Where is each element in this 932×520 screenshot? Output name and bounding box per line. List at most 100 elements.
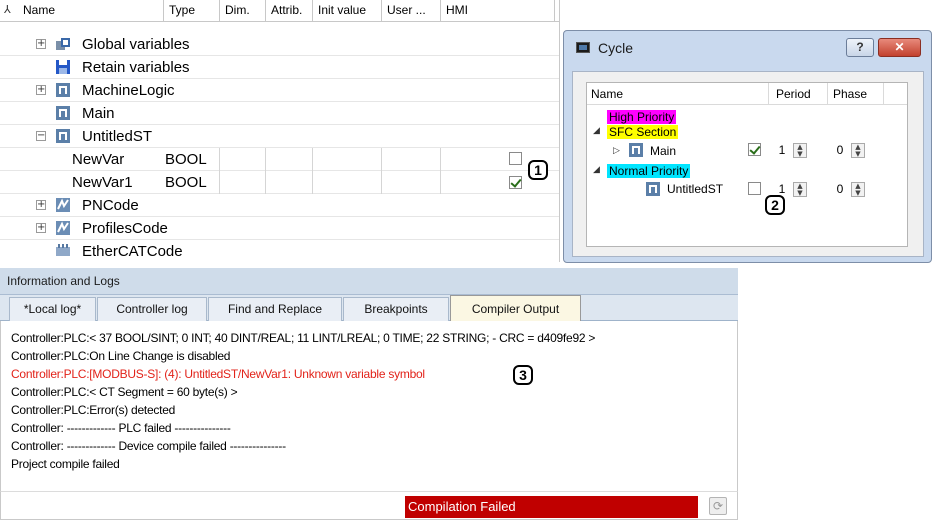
- log-line: Controller:PLC:< CT Segment = 60 byte(s)…: [11, 385, 238, 399]
- init-value-cell[interactable]: [313, 148, 382, 171]
- log-line: Controller:PLC:< 37 BOOL/SINT; 0 INT; 40…: [11, 331, 596, 345]
- tree-item-label: Main: [82, 105, 115, 122]
- column-separator: [883, 83, 884, 105]
- callout-2: 2: [765, 195, 785, 215]
- column-header-hmi[interactable]: HMI: [441, 0, 555, 22]
- column-header-name[interactable]: Name: [18, 0, 164, 22]
- attrib-cell[interactable]: [266, 148, 313, 171]
- spin-arrows-icon[interactable]: ▲ ▼: [793, 182, 807, 197]
- log-line: Controller: ------------- Device compile…: [11, 439, 286, 453]
- tree-item-main[interactable]: Main: [0, 102, 559, 125]
- tree-item-label: PNCode: [82, 197, 139, 214]
- program-module-icon: [628, 142, 644, 161]
- expand-icon[interactable]: +: [36, 223, 46, 233]
- tab-controller-log[interactable]: Controller log: [97, 297, 207, 321]
- expand-icon[interactable]: +: [36, 200, 46, 210]
- column-header-type[interactable]: Type: [164, 0, 220, 22]
- user-cell[interactable]: [382, 148, 441, 171]
- dim-cell[interactable]: [220, 148, 266, 171]
- tree-item-machinelogic[interactable]: + MachineLogic: [0, 79, 559, 102]
- sfc-section-label[interactable]: SFC Section: [607, 125, 679, 139]
- dialog-body: Name Period Phase High Priority ◢ SFC Se…: [572, 71, 924, 257]
- log-line: Controller: ------------- PLC failed ---…: [11, 421, 231, 435]
- dialog-titlebar[interactable]: Cycle ? ✕: [564, 31, 931, 65]
- attrib-cell[interactable]: [266, 171, 313, 194]
- variable-row-newvar1[interactable]: NewVar1 BOOL: [0, 171, 559, 194]
- information-and-logs-panel: Information and Logs *Local log* Control…: [0, 268, 738, 520]
- task-label-untitledst[interactable]: UntitledST: [665, 182, 725, 196]
- collapse-icon[interactable]: −: [36, 131, 46, 141]
- tree-item-retain-variables[interactable]: Retain variables: [0, 56, 559, 79]
- expand-triangle-icon[interactable]: ▷: [613, 146, 620, 156]
- spin-arrows-icon[interactable]: ▲ ▼: [851, 182, 865, 197]
- window-icon: [576, 42, 590, 53]
- tree-item-pncode[interactable]: + PNCode: [0, 194, 559, 217]
- global-variables-icon: [55, 36, 71, 52]
- retain-save-icon: [55, 59, 71, 75]
- tree-item-global-variables[interactable]: + Global variables: [0, 33, 559, 56]
- user-cell[interactable]: [382, 171, 441, 194]
- ethercat-code-icon: [55, 243, 71, 259]
- grid-separator: [0, 148, 220, 171]
- variable-row-newvar[interactable]: NewVar BOOL: [0, 148, 559, 171]
- hmi-checkbox[interactable]: [509, 176, 522, 189]
- log-line: Controller:PLC:On Line Change is disable…: [11, 349, 231, 363]
- tree-item-label: MachineLogic: [82, 82, 175, 99]
- close-button[interactable]: ✕: [878, 38, 921, 57]
- help-button[interactable]: ?: [846, 38, 874, 57]
- main-enable-checkbox[interactable]: [748, 143, 761, 156]
- column-separator: [827, 83, 828, 105]
- tree-item-label: Retain variables: [82, 59, 190, 76]
- dim-cell[interactable]: [220, 171, 266, 194]
- expand-icon[interactable]: +: [36, 85, 46, 95]
- main-phase-spinner[interactable]: 0 ▲ ▼: [831, 140, 889, 160]
- tab-find-and-replace[interactable]: Find and Replace: [208, 297, 342, 321]
- collapse-triangle-icon[interactable]: ◢: [593, 126, 600, 136]
- program-module-icon: [55, 82, 71, 98]
- phase-value[interactable]: 0: [831, 140, 849, 160]
- variable-tree-panel: ⅄ Name Type Dim. Attrib. Init value User…: [0, 0, 560, 262]
- log-line-error: Controller:PLC:[MODBUS-S]: (4): Untitled…: [11, 367, 425, 381]
- normal-priority-label[interactable]: Normal Priority: [607, 164, 691, 178]
- spin-arrows-icon[interactable]: ▲ ▼: [851, 143, 865, 158]
- compiler-output-log[interactable]: Controller:PLC:< 37 BOOL/SINT; 0 INT; 40…: [0, 321, 738, 491]
- program-module-icon: [55, 128, 71, 144]
- profiles-code-icon: [55, 220, 71, 236]
- tree-item-label: Global variables: [82, 36, 190, 53]
- grid-separator: [0, 171, 220, 194]
- untitledst-enable-checkbox[interactable]: [748, 182, 761, 195]
- tab-local-log[interactable]: *Local log*: [9, 297, 96, 321]
- column-header-attrib[interactable]: Attrib.: [266, 0, 313, 22]
- init-value-cell[interactable]: [313, 171, 382, 194]
- column-header-init-value[interactable]: Init value: [313, 0, 382, 22]
- column-header-phase[interactable]: Phase: [833, 87, 867, 101]
- tree-item-label: UntitledST: [82, 128, 153, 145]
- column-header-dim[interactable]: Dim.: [220, 0, 266, 22]
- column-separator: [768, 83, 769, 105]
- main-period-spinner[interactable]: 1 ▲ ▼: [773, 140, 831, 160]
- log-tabs: *Local log* Controller log Find and Repl…: [0, 295, 738, 321]
- tree-item-profilescode[interactable]: + ProfilesCode: [0, 217, 559, 240]
- variable-tree-header: ⅄ Name Type Dim. Attrib. Init value User…: [0, 0, 559, 22]
- task-label-main[interactable]: Main: [648, 144, 678, 158]
- refresh-icon[interactable]: ⟳: [709, 497, 727, 515]
- panel-title: Information and Logs: [0, 268, 738, 295]
- high-priority-label[interactable]: High Priority: [607, 110, 677, 124]
- expand-icon[interactable]: +: [36, 39, 46, 49]
- spin-arrows-icon[interactable]: ▲ ▼: [793, 143, 807, 158]
- phase-value[interactable]: 0: [831, 179, 849, 199]
- hmi-checkbox[interactable]: [509, 152, 522, 165]
- column-header-period[interactable]: Period: [776, 87, 811, 101]
- tree-item-untitledst[interactable]: − UntitledST: [0, 125, 559, 148]
- column-header-name[interactable]: Name: [591, 87, 623, 101]
- tab-breakpoints[interactable]: Breakpoints: [343, 297, 449, 321]
- collapse-triangle-icon[interactable]: ◢: [593, 165, 600, 175]
- period-value[interactable]: 1: [773, 140, 791, 160]
- column-header-user[interactable]: User ...: [382, 0, 441, 22]
- filter-sort-icon[interactable]: ⅄: [4, 4, 16, 17]
- tree-item-ethercatcode[interactable]: EtherCATCode: [0, 240, 559, 262]
- tab-compiler-output[interactable]: Compiler Output: [450, 295, 581, 321]
- program-module-icon: [55, 105, 71, 121]
- untitledst-phase-spinner[interactable]: 0 ▲ ▼: [831, 179, 889, 199]
- cycle-list-header: Name Period Phase: [587, 83, 907, 105]
